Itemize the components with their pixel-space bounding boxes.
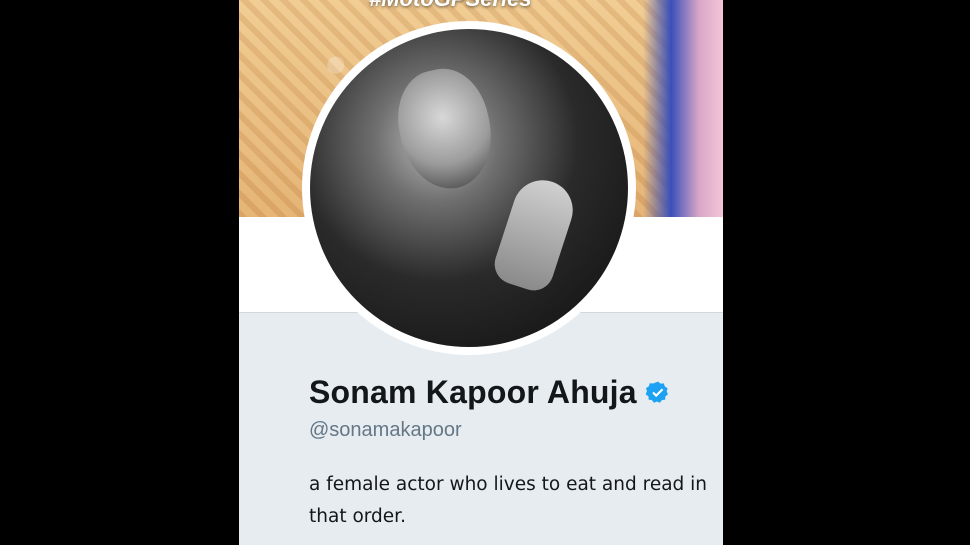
verified-badge-icon <box>645 381 668 403</box>
display-name[interactable]: Sonam Kapoor Ahuja <box>309 374 637 411</box>
profile-card: #MotoGPSeries Sonam Kapoor Ahuja @sonama… <box>239 0 723 545</box>
avatar-face <box>388 60 502 198</box>
banner-hashtag: #MotoGPSeries <box>369 0 532 12</box>
profile-bio: a female actor who lives to eat and read… <box>309 474 708 527</box>
avatar-photo <box>310 29 628 347</box>
profile-handle[interactable]: @sonamakapoor <box>309 419 462 442</box>
avatar[interactable] <box>302 21 636 355</box>
avatar-hand <box>489 172 581 296</box>
banner-photo-edge <box>643 0 723 217</box>
name-row: Sonam Kapoor Ahuja <box>309 374 671 411</box>
